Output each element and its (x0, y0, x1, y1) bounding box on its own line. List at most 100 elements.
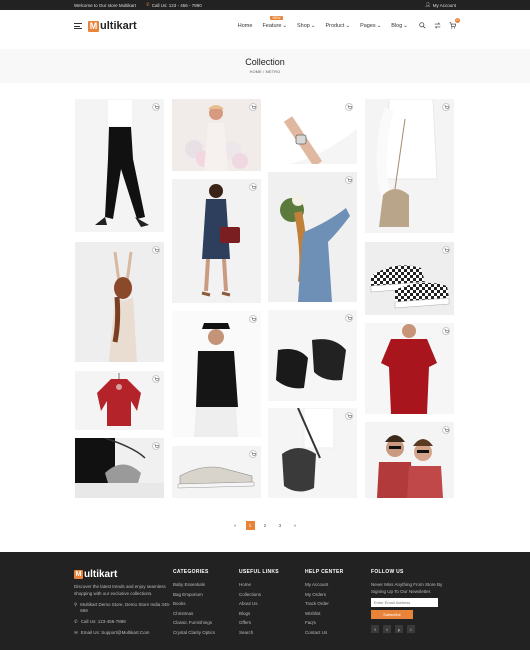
footer-category-link[interactable]: Classic Furnishings (173, 620, 239, 625)
twitter-icon[interactable]: t (383, 625, 391, 633)
product-card-woman-flowers-sweater[interactable] (268, 172, 357, 302)
product-card-red-blouse[interactable] (75, 371, 164, 430)
nav-home-label: Home (237, 23, 253, 29)
product-card-woman-handbag[interactable] (365, 99, 454, 233)
cart-icon[interactable] (249, 315, 257, 323)
product-card-woman-denim-dress[interactable] (172, 179, 261, 303)
footer-email[interactable]: ✉ Email Us: Support@Multikart.Com (74, 630, 173, 636)
nav-blog-label: Blog (391, 23, 403, 29)
footer-useful-link[interactable]: Blogs (239, 611, 305, 616)
cart-icon[interactable] (442, 246, 450, 254)
product-card-woman-beige-dress[interactable] (75, 242, 164, 362)
product-card-man-black-tshirt[interactable] (172, 311, 261, 437)
site-logo[interactable]: M ultikart (88, 20, 137, 32)
cart-icon[interactable] (249, 183, 257, 191)
product-image (280, 194, 350, 302)
phone-text: Call Us: 123 - 456 - 7890 (151, 2, 202, 8)
product-card-shoulder-bag[interactable] (268, 408, 357, 498)
page-1-button[interactable]: 1 (245, 521, 255, 530)
cart-icon[interactable] (442, 426, 450, 434)
new-badge: NEW (270, 16, 283, 20)
footer-help-link[interactable]: Contact Us (305, 630, 371, 635)
footer-help-link[interactable]: Faq's (305, 620, 371, 625)
mail-icon: ✉ (74, 630, 78, 635)
footer-phone: ✆ Call Us: 123-456-7898 (74, 619, 173, 625)
chevron-down-icon: ⌄ (310, 23, 316, 29)
page-2-button[interactable]: 2 (261, 521, 270, 530)
product-image (201, 184, 240, 297)
cart-icon[interactable] (152, 375, 160, 383)
newsletter-text: Never Miss Anything From Store By Signin… (371, 582, 443, 594)
cart-icon[interactable] (442, 103, 450, 111)
footer-useful-link[interactable]: Collections (239, 592, 305, 597)
cart-icon[interactable] (345, 176, 353, 184)
product-card-black-trousers[interactable] (75, 99, 164, 232)
cart-icon[interactable] (442, 327, 450, 335)
logo-mark: M (88, 20, 99, 32)
product-card-wrist-watch[interactable] (268, 99, 357, 164)
account-link[interactable]: 👤︎ My Account (425, 2, 456, 8)
phone-info: ✆ Call Us: 123 - 456 - 7890 (146, 2, 202, 8)
product-image (177, 466, 255, 489)
product-card-crossbody-bag[interactable] (75, 438, 164, 498)
product-card-woman-balloons[interactable] (172, 99, 261, 171)
footer-logo[interactable]: M ultikart (74, 569, 173, 580)
product-card-grey-sneakers[interactable] (172, 446, 261, 498)
footer-category-link[interactable]: Christmas (173, 611, 239, 616)
product-image (185, 105, 248, 171)
chevron-down-icon: ⌄ (282, 23, 288, 29)
product-image (376, 99, 438, 227)
nav-pages[interactable]: Pages ⌄ (360, 23, 381, 29)
follow-us-heading: FOLLOW US (371, 569, 404, 575)
nav-home[interactable]: Home (238, 23, 253, 29)
footer-useful-link[interactable]: Offers (239, 620, 305, 625)
footer-category-link[interactable]: Books (173, 601, 239, 606)
page-3-button[interactable]: 3 (276, 521, 285, 530)
prev-page-button[interactable]: « (231, 521, 240, 530)
next-page-button[interactable]: » (291, 521, 300, 530)
instagram-icon[interactable]: i (407, 625, 415, 633)
cart-button[interactable]: 0 (449, 17, 460, 31)
product-card-red-tshirt[interactable] (365, 323, 454, 414)
main-nav: Home NEW Feature ⌄ Shop ⌄ Product ⌄ Pages ⌄… (238, 16, 408, 29)
nav-product[interactable]: Product ⌄ (325, 23, 350, 29)
nav-shop[interactable]: Shop ⌄ (297, 23, 315, 29)
cart-icon[interactable] (345, 314, 353, 322)
search-icon[interactable] (419, 21, 426, 31)
facebook-icon[interactable]: f (371, 625, 379, 633)
compare-icon[interactable] (434, 21, 441, 31)
cart-icon[interactable] (249, 103, 257, 111)
pagination: « 1 2 3 » (0, 521, 530, 530)
subscribe-button[interactable]: Subscribe (371, 610, 413, 619)
footer-help-link[interactable]: Wishlist (305, 611, 371, 616)
nav-feature[interactable]: NEW Feature ⌄ (262, 16, 288, 29)
product-card-checkered-sneakers[interactable] (365, 242, 454, 315)
footer-help-link[interactable]: My Orders (305, 592, 371, 597)
page-title: Collection (245, 57, 285, 67)
footer-help-link[interactable]: My Account (305, 582, 371, 587)
cart-icon[interactable] (152, 442, 160, 450)
menu-icon[interactable] (74, 23, 82, 29)
cart-icon[interactable] (345, 103, 353, 111)
footer-useful-link[interactable]: About Us (239, 601, 305, 606)
footer-useful-link[interactable]: Home (239, 582, 305, 587)
cart-icon[interactable] (152, 103, 160, 111)
newsletter-email-input[interactable]: Enter Email Address (371, 598, 438, 607)
footer-useful-link[interactable]: Search (239, 630, 305, 635)
product-image (194, 323, 238, 437)
cart-icon[interactable] (249, 450, 257, 458)
footer-category-link[interactable]: Baby Essentials (173, 582, 239, 587)
product-card-black-slides[interactable] (268, 310, 357, 401)
footer-category-link[interactable]: Bag Emporium (173, 592, 239, 597)
footer-category-link[interactable]: Crystal Clarity Optics (173, 630, 239, 635)
cart-icon[interactable] (345, 412, 353, 420)
main-header: M ultikart Home NEW Feature ⌄ Shop ⌄ Prod… (0, 10, 530, 42)
product-image (282, 408, 335, 492)
nav-blog[interactable]: Blog ⌄ (391, 23, 408, 29)
product-card-two-women-sunglasses[interactable] (365, 422, 454, 498)
cart-icon[interactable] (152, 246, 160, 254)
product-image (97, 373, 141, 426)
product-image (276, 339, 346, 389)
footer-help-link[interactable]: Track Order (305, 601, 371, 606)
pinterest-icon[interactable]: p (395, 625, 403, 633)
